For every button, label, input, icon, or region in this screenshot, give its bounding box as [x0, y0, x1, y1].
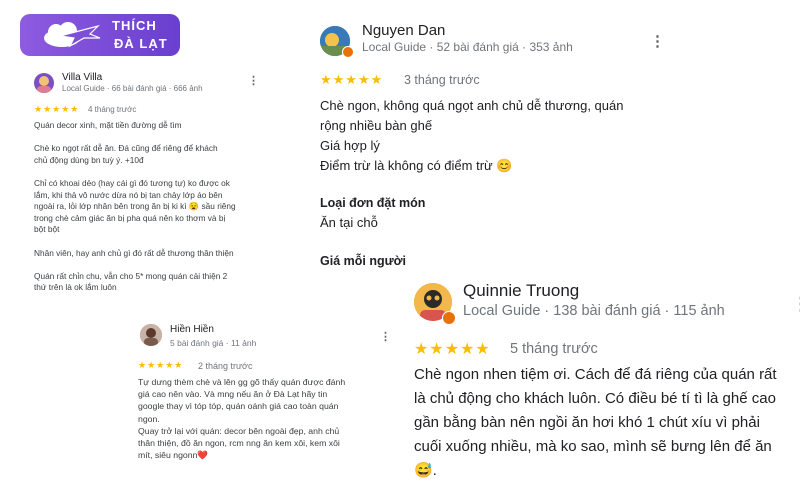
review-text-line: gần bằng bàn nên ngồi ăn hơi khó 1 chút …	[414, 414, 760, 431]
order-type-value: Ăn tại chỗ	[320, 215, 378, 230]
review-text-line: trong chè cảm giác ăn bị pha quá nên ko …	[34, 212, 226, 223]
reviewer-meta: Local Guide · 52 bài đánh giá · 353 ảnh	[362, 40, 573, 54]
review-text-line	[34, 166, 236, 178]
price-per-person-label: Giá mỗi người	[320, 254, 406, 268]
review-text-line: giá cao nên vào. Và mng nếu ăn ở Đà Lạt …	[138, 389, 328, 400]
review-text-line: Chỉ có khoai dẻo (hay cái gì đó tương tự…	[34, 177, 230, 188]
reviewer-meta: Local Guide · 138 bài đánh giá · 115 ảnh	[463, 303, 725, 319]
review-text: Tự dưng thèm chè và lên gg gõ thấy quán …	[138, 376, 345, 461]
star-rating: ★★★★★	[34, 104, 80, 114]
review-text-line: cuối xuống nhiều, mà ko sao, mình sẽ bưn…	[414, 438, 772, 455]
review-text-line: Tự dưng thèm chè và lên gg gõ thấy quán …	[138, 377, 346, 387]
review-text-line	[34, 259, 236, 271]
more-options-icon[interactable]: ⋮	[792, 295, 800, 313]
review-text-line	[34, 132, 236, 144]
local-guide-badge-icon	[442, 311, 456, 325]
review-card: Quinnie Truong Local Guide · 138 bài đán…	[400, 275, 800, 500]
avatar[interactable]	[140, 324, 162, 346]
review-text-line: Chè ngon nhen tiệm ơi. Cách để đá riêng …	[414, 366, 777, 383]
review-date: 4 tháng trước	[88, 105, 137, 114]
brand-logo: THÍCH ĐÀ LẠT	[20, 14, 180, 56]
review-card: Hiền Hiền 5 bài đánh giá · 11 ảnh ⋮ ★★★★…	[130, 316, 400, 500]
reviewer-name[interactable]: Nguyen Dan	[362, 22, 445, 39]
star-rating: ★★★★★	[138, 360, 184, 370]
review-date: 2 tháng trước	[198, 361, 253, 371]
more-options-icon[interactable]: ⋮	[650, 34, 665, 49]
review-text-line: thân thiện, đồ ăn ngon, rcm nng ăn kem x…	[138, 438, 340, 449]
star-rating: ★★★★★	[414, 341, 491, 358]
review-text-line: Quay trở lại với quán: decor bên ngoài đ…	[138, 425, 340, 436]
star-rating: ★★★★★	[320, 72, 384, 87]
more-options-icon[interactable]: ⋮	[248, 76, 259, 87]
review-text-line: Chè ko ngọt rất dễ ăn. Đá cũng để riêng …	[34, 143, 218, 154]
review-text-line: ngon.	[138, 413, 160, 424]
reviewer-name[interactable]: Quinnie Truong	[463, 281, 579, 301]
review-text-line: 😅.	[414, 462, 437, 479]
review-text-line	[34, 236, 236, 248]
order-type-label: Loại đơn đặt món	[320, 196, 426, 210]
reviewer-meta: 5 bài đánh giá · 11 ảnh	[170, 338, 257, 348]
review-text-line: là chủ động cho khách luôn. Có điều bé t…	[414, 390, 776, 407]
review-text-line: Nhân viên, hay anh chủ gì đó rất dễ thươ…	[34, 247, 234, 258]
reviewer-name[interactable]: Hiền Hiền	[170, 324, 214, 335]
avatar[interactable]	[34, 73, 54, 93]
review-date: 3 tháng trước	[404, 73, 480, 87]
cloud-plane-icon	[44, 22, 101, 48]
review-text-line: mít, siêu ngonn❤️	[138, 450, 209, 461]
review-text-line: Quán rất chỉn chu, vẫn cho 5* mong quán …	[34, 270, 228, 281]
review-text-line: lắm, khi thả vô nước dừa nó bị tan chảy …	[34, 189, 223, 200]
review-text: Quán decor xinh, mặt tiền đường dễ tìm Ch…	[34, 120, 236, 294]
review-text: Chè ngon, không quá ngọt anh chủ dễ thươ…	[320, 96, 623, 176]
review-text-line: Quán decor xinh, mặt tiền đường dễ tìm	[34, 120, 182, 130]
review-text: Chè ngon nhen tiệm ơi. Cách để đá riêng …	[414, 363, 777, 483]
review-card: Nguyen Dan Local Guide · 52 bài đánh giá…	[312, 18, 672, 280]
review-text-line: chủ động dùng bn tuỳ ý. +10đ	[34, 154, 144, 165]
review-text-line: Chè ngon, không quá ngọt anh chủ dễ thươ…	[320, 98, 624, 113]
reviewer-meta: Local Guide · 66 bài đánh giá · 666 ảnh	[62, 84, 203, 93]
review-card: Villa Villa Local Guide · 66 bài đánh gi…	[28, 68, 270, 324]
more-options-icon[interactable]: ⋮	[380, 332, 391, 343]
reviewer-name[interactable]: Villa Villa	[62, 72, 102, 83]
review-date: 5 tháng trước	[510, 341, 598, 357]
logo-line-1: THÍCH	[112, 18, 157, 33]
logo-line-2: ĐÀ LẠT	[114, 36, 168, 51]
review-text-line: Giá hợp lý	[320, 138, 380, 153]
review-text-line: google thay vì tóp tóp, quán oánh giá ca…	[138, 401, 339, 412]
review-text-line: thứ trên là ok lắm luôn	[34, 282, 117, 293]
local-guide-badge-icon	[342, 46, 354, 58]
review-text-line: bột bột	[34, 224, 60, 235]
review-text-line: Điểm trừ là không có điểm trừ 😊	[320, 158, 513, 173]
review-text-line: rộng nhiều bàn ghế	[320, 118, 433, 133]
review-text-line: ngoài ra, lỏi lớp nhân bên trong ăn bị k…	[34, 201, 236, 212]
